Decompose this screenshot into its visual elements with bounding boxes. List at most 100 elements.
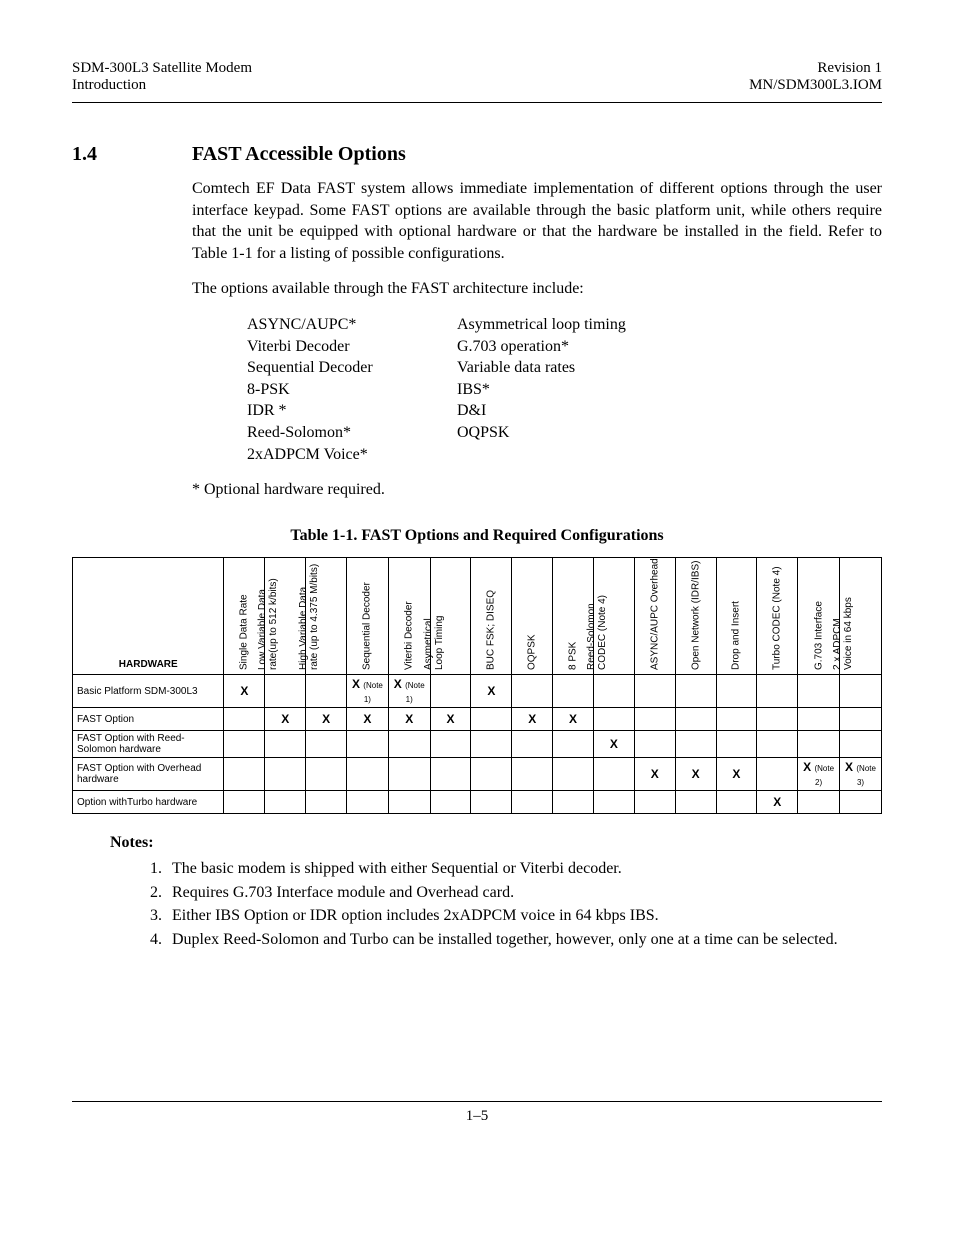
table-cell bbox=[675, 675, 716, 708]
table-cell bbox=[716, 791, 757, 814]
table-cell bbox=[512, 791, 553, 814]
table-cell bbox=[224, 708, 265, 731]
table-cell bbox=[471, 708, 512, 731]
table-cell bbox=[798, 708, 840, 731]
table-cell bbox=[716, 675, 757, 708]
table-cell: X (Note 3) bbox=[840, 758, 882, 791]
table-cell bbox=[634, 675, 675, 708]
table-cell: X bbox=[430, 708, 471, 731]
header-left-1: SDM-300L3 Satellite Modem bbox=[72, 60, 252, 77]
table-cell bbox=[675, 708, 716, 731]
options-table: HARDWARE Single Data RateLow Variable Da… bbox=[72, 557, 882, 814]
table-cell: X bbox=[224, 675, 265, 708]
table-cell bbox=[512, 675, 553, 708]
table-cell bbox=[553, 758, 594, 791]
table-cell bbox=[593, 675, 634, 708]
header-left-2: Introduction bbox=[72, 77, 146, 94]
table-cell bbox=[224, 731, 265, 758]
option-item: D&I bbox=[457, 400, 667, 422]
option-item: Reed-Solomon* bbox=[247, 422, 457, 444]
table-cell bbox=[430, 758, 471, 791]
row-label: FAST Option with Overhead hardware bbox=[73, 758, 224, 791]
table-cell bbox=[634, 708, 675, 731]
table-cell: X bbox=[265, 708, 306, 731]
footer-rule bbox=[72, 1101, 882, 1102]
table-cell bbox=[306, 758, 347, 791]
table-cell bbox=[798, 731, 840, 758]
table-cell bbox=[716, 708, 757, 731]
table-cell: X (Note 1) bbox=[347, 675, 389, 708]
header-right-2: MN/SDM300L3.IOM bbox=[749, 77, 882, 94]
table-cell bbox=[840, 675, 882, 708]
note-item: Requires G.703 Interface module and Over… bbox=[166, 882, 882, 904]
column-header: Sequential Decoder bbox=[347, 558, 389, 675]
column-header: Reed-SolomonCODEC (Note 4) bbox=[593, 558, 634, 675]
option-item: G.703 operation* bbox=[457, 336, 667, 358]
table-cell bbox=[675, 791, 716, 814]
table-cell: X bbox=[306, 708, 347, 731]
table-cell bbox=[306, 675, 347, 708]
table-cell bbox=[388, 758, 430, 791]
table-cell bbox=[593, 708, 634, 731]
table-cell bbox=[716, 731, 757, 758]
table-cell: X bbox=[388, 708, 430, 731]
table-cell bbox=[840, 791, 882, 814]
header-right-1: Revision 1 bbox=[817, 60, 882, 77]
option-item: ASYNC/AUPC* bbox=[247, 314, 457, 336]
section-number: 1.4 bbox=[72, 143, 192, 166]
table-cell bbox=[757, 758, 798, 791]
table-cell bbox=[224, 791, 265, 814]
section-heading: 1.4 FAST Accessible Options bbox=[72, 143, 882, 166]
column-header: OQPSK bbox=[512, 558, 553, 675]
option-item: IDR * bbox=[247, 400, 457, 422]
table-cell bbox=[593, 758, 634, 791]
table-cell bbox=[634, 791, 675, 814]
table-cell bbox=[388, 731, 430, 758]
table-cell: X (Note 1) bbox=[388, 675, 430, 708]
table-cell bbox=[347, 731, 389, 758]
table-cell bbox=[840, 731, 882, 758]
table-cell bbox=[798, 675, 840, 708]
table-cell bbox=[306, 731, 347, 758]
table-cell: X bbox=[471, 675, 512, 708]
table-cell: X bbox=[347, 708, 389, 731]
table-cell bbox=[593, 791, 634, 814]
table-cell bbox=[553, 675, 594, 708]
table-cell bbox=[553, 791, 594, 814]
table-cell bbox=[757, 708, 798, 731]
options-col-2: Asymmetrical loop timingG.703 operation*… bbox=[457, 314, 667, 465]
table-cell bbox=[840, 708, 882, 731]
table-row: Option withTurbo hardwareX bbox=[73, 791, 882, 814]
option-item: 2xADPCM Voice* bbox=[247, 444, 457, 466]
hardware-column-header: HARDWARE bbox=[73, 558, 224, 675]
option-item: Viterbi Decoder bbox=[247, 336, 457, 358]
notes-list: The basic modem is shipped with either S… bbox=[166, 858, 882, 950]
table-row: FAST Option with Overhead hardwareXXXX (… bbox=[73, 758, 882, 791]
column-header: Open Network (IDR/IBS) bbox=[675, 558, 716, 675]
table-row: Basic Platform SDM-300L3XX (Note 1)X (No… bbox=[73, 675, 882, 708]
table-cell bbox=[265, 675, 306, 708]
table-cell: X bbox=[716, 758, 757, 791]
paragraph-1: Comtech EF Data FAST system allows immed… bbox=[192, 178, 882, 264]
column-header: ASYNC/AUPC Overhead bbox=[634, 558, 675, 675]
table-cell: X bbox=[675, 758, 716, 791]
table-cell bbox=[265, 791, 306, 814]
option-item: Sequential Decoder bbox=[247, 357, 457, 379]
table-row: FAST OptionXXXXXXX bbox=[73, 708, 882, 731]
row-label: Basic Platform SDM-300L3 bbox=[73, 675, 224, 708]
table-row: FAST Option with Reed-Solomon hardwareX bbox=[73, 731, 882, 758]
header-rule bbox=[72, 102, 882, 103]
option-item: Variable data rates bbox=[457, 357, 667, 379]
table-cell bbox=[798, 791, 840, 814]
table-cell bbox=[265, 758, 306, 791]
table-cell bbox=[306, 791, 347, 814]
options-two-column-list: ASYNC/AUPC*Viterbi DecoderSequential Dec… bbox=[247, 314, 882, 465]
table-cell bbox=[430, 731, 471, 758]
table-cell bbox=[224, 758, 265, 791]
option-item: 8-PSK bbox=[247, 379, 457, 401]
row-label: Option withTurbo hardware bbox=[73, 791, 224, 814]
table-cell: X (Note 2) bbox=[798, 758, 840, 791]
page-number: 1–5 bbox=[72, 1108, 882, 1125]
table-cell bbox=[265, 731, 306, 758]
page-header: SDM-300L3 Satellite Modem Revision 1 Int… bbox=[72, 60, 882, 94]
